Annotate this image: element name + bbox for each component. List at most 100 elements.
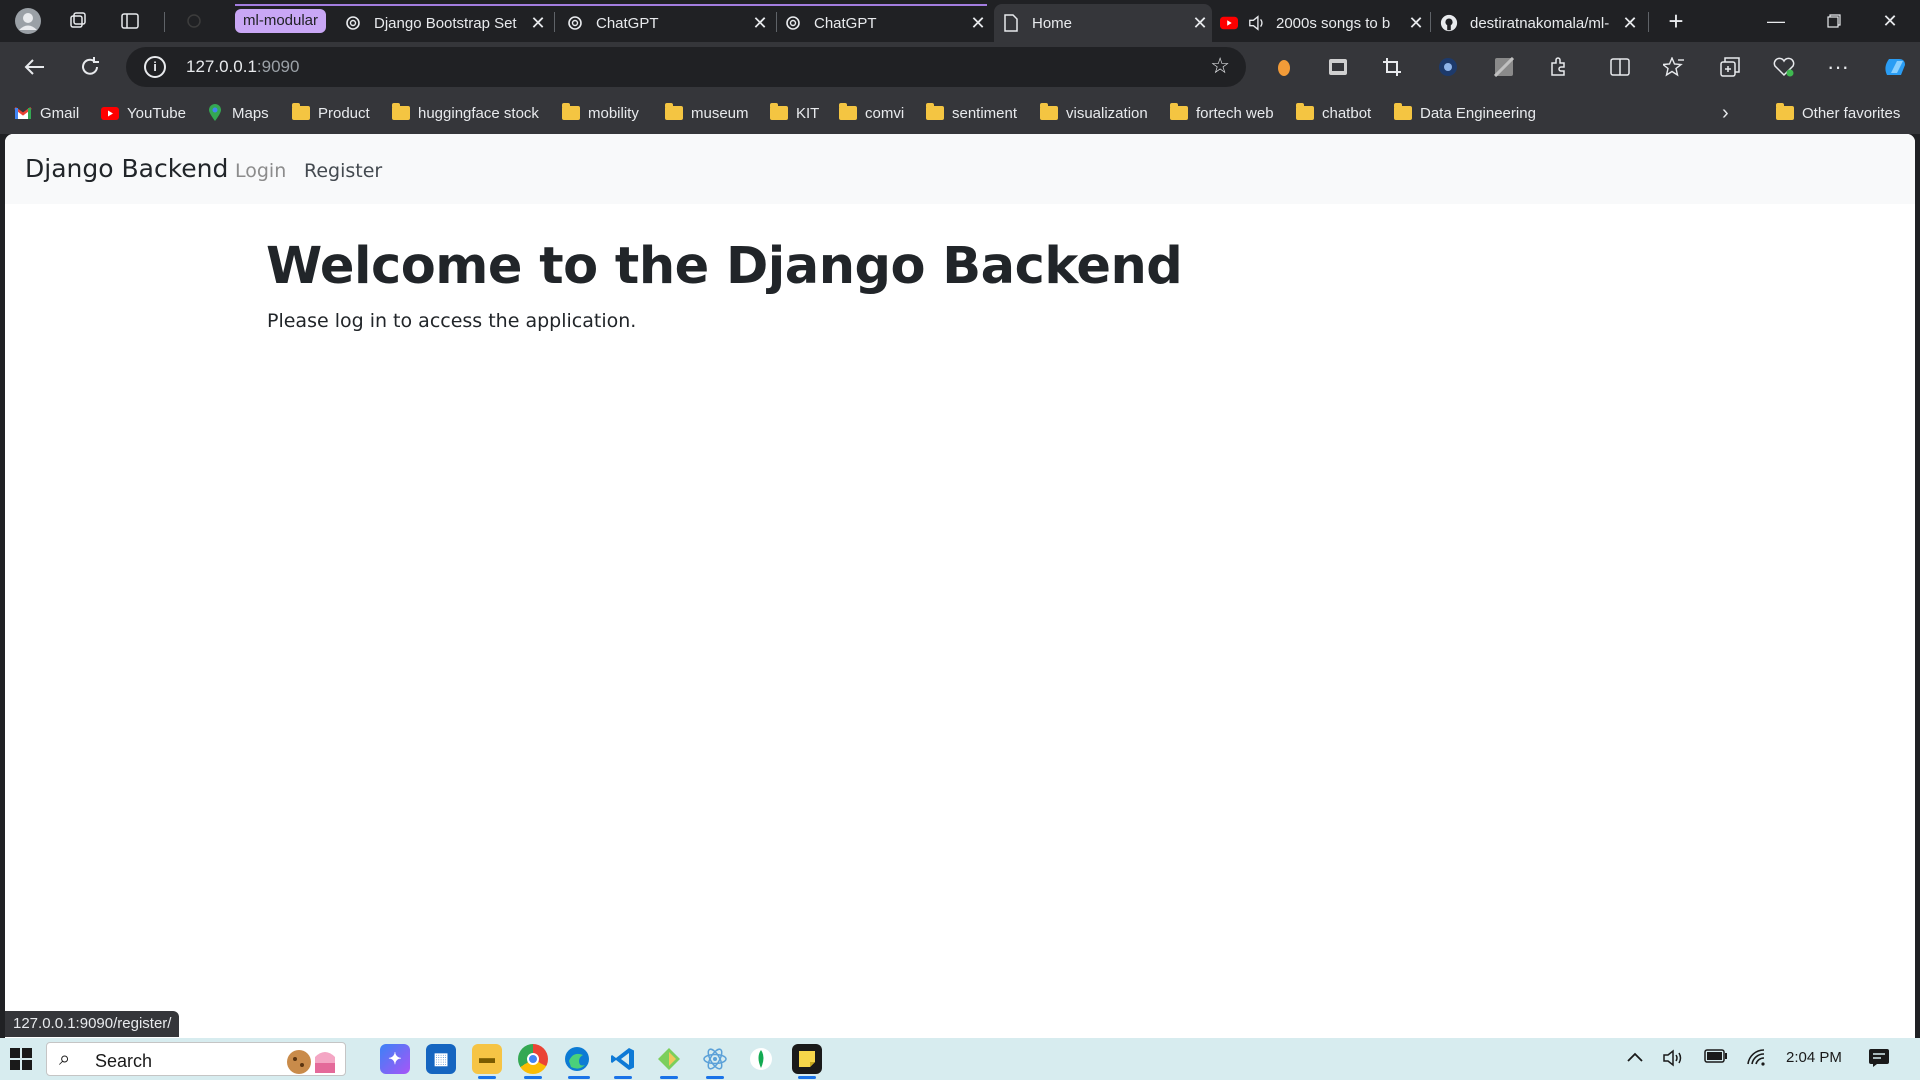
minimize-button[interactable]: — [1748,0,1804,42]
restore-button[interactable] [1806,0,1862,42]
taskbar-clock[interactable]: 2:04 PM [1786,1049,1842,1066]
tab-youtube-songs[interactable]: 2000s songs to b ✕ [1212,4,1428,42]
notification-center-icon[interactable] [1868,1048,1890,1073]
tab-title: Home [1032,14,1073,32]
folder-icon [1296,103,1314,120]
running-indicator-active [568,1076,590,1079]
tab-separator [1430,12,1431,32]
link-status-bar: 127.0.0.1:9090/register/ [5,1011,180,1037]
tab-group-label[interactable]: ml-modular [235,9,327,33]
new-tab-button[interactable]: + [1660,5,1692,37]
wifi-icon[interactable] [1746,1048,1768,1071]
taskbar-sticky-notes-icon[interactable] [792,1044,822,1074]
volume-icon[interactable] [1662,1048,1684,1073]
tab-title: destiratnakomala/ml- [1470,14,1610,32]
close-tab-icon[interactable]: ✕ [1618,13,1642,34]
windows-start-icon[interactable] [10,1048,32,1070]
bookmark-folder-fortech-web[interactable]: fortech web [1170,102,1274,124]
taskbar-git-app-icon[interactable] [654,1044,684,1074]
tab-chatgpt-2[interactable]: ChatGPT ✕ [776,4,990,42]
tab-separator [1648,12,1649,32]
hidden-tab-icon[interactable] [178,5,210,37]
youtube-icon [1220,14,1238,32]
settings-more-icon[interactable]: ··· [1826,54,1850,79]
bookmark-label: sentiment [952,104,1018,122]
extension-globe-icon[interactable] [1436,55,1460,79]
reload-icon[interactable] [74,51,106,83]
bookmark-folder-product[interactable]: Product [292,102,370,124]
close-tab-icon[interactable]: ✕ [1188,13,1212,34]
close-tab-icon[interactable]: ✕ [1404,13,1428,34]
screenshot-crop-icon[interactable] [1380,55,1404,79]
page-lead-text: Please log in to access the application. [267,310,637,332]
bookmark-label: Product [318,104,370,122]
extensions-puzzle-icon[interactable] [1546,55,1570,79]
url-text[interactable]: 127.0.0.1:9090 [186,57,299,77]
bookmark-folder-mobility[interactable]: mobility [562,102,639,124]
speaker-icon[interactable] [1248,14,1266,32]
tab-github[interactable]: destiratnakomala/ml- ✕ [1432,4,1642,42]
close-tab-icon[interactable]: ✕ [966,13,990,34]
bookmark-folder-kit[interactable]: KIT [770,102,819,124]
bookmark-youtube[interactable]: YouTube [101,102,186,124]
close-tab-icon[interactable]: ✕ [526,13,550,34]
windows-taskbar: ⌕ Search ✦ ▦ ▬ 2:04 PM [0,1038,1920,1080]
bookmark-maps[interactable]: Maps [206,102,269,124]
bookmark-folder-data-engineering[interactable]: Data Engineering [1394,102,1536,124]
bookmark-folder-chatbot[interactable]: chatbot [1296,102,1371,124]
bookmark-folder-comvi[interactable]: comvi [839,102,904,124]
taskbar-mongodb-icon[interactable] [746,1044,776,1074]
browser-tab-strip: ml-modular Django Bootstrap Set ✕ ChatGP… [0,0,1920,42]
bookmark-label: visualization [1066,104,1148,122]
copilot-icon[interactable] [1880,52,1910,82]
profile-avatar-icon[interactable] [12,5,44,37]
extension-window-icon[interactable] [1326,55,1350,79]
site-info-icon[interactable]: i [144,56,166,78]
extension-orange-icon[interactable] [1272,55,1296,79]
close-tab-icon[interactable]: ✕ [748,13,772,34]
bookmark-other-favorites[interactable]: Other favorites [1776,102,1900,124]
taskbar-file-explorer-icon[interactable]: ▬ [472,1044,502,1074]
bookmark-folder-visualization[interactable]: visualization [1040,102,1148,124]
bookmark-folder-huggingface[interactable]: huggingface stock [392,102,539,124]
taskbar-search-box[interactable]: ⌕ Search [46,1042,346,1076]
nav-login-link[interactable]: Login [235,160,286,182]
folder-icon [839,103,857,120]
browser-essentials-icon[interactable] [1772,55,1796,79]
battery-icon[interactable] [1704,1048,1728,1068]
favorite-star-icon[interactable]: ☆ [1210,53,1230,79]
bookmark-folder-museum[interactable]: museum [665,102,749,124]
running-indicator [798,1076,816,1079]
bookmark-gmail[interactable]: Gmail [14,102,79,124]
tab-chatgpt-1[interactable]: ChatGPT ✕ [558,4,772,42]
close-window-button[interactable]: ✕ [1862,0,1918,42]
folder-icon [1776,103,1794,120]
chevron-right-icon[interactable]: › [1722,102,1729,124]
taskbar-edge-icon[interactable] [562,1044,592,1074]
nav-register-link[interactable]: Register [304,160,382,182]
split-screen-icon[interactable] [1608,55,1632,79]
extension-gray-icon[interactable] [1492,55,1516,79]
tab-home-active[interactable]: Home ✕ [994,4,1212,42]
back-arrow-icon[interactable] [18,51,50,83]
taskbar-copilot-icon[interactable]: ✦ [380,1044,410,1074]
navbar-brand[interactable]: Django Backend [25,154,228,183]
show-hidden-icons-chevron-icon[interactable] [1626,1048,1644,1068]
taskbar-react-app-icon[interactable] [700,1044,730,1074]
url-host: 127.0.0.1 [186,57,257,76]
taskbar-vscode-icon[interactable] [608,1044,638,1074]
taskbar-store-icon[interactable]: ▦ [426,1044,456,1074]
collections-icon[interactable] [1718,55,1742,79]
bookmark-folder-sentiment[interactable]: sentiment [926,102,1017,124]
workspaces-icon[interactable] [62,5,94,37]
github-icon [1440,14,1458,32]
running-indicator [478,1076,496,1079]
tab-actions-icon[interactable] [114,5,146,37]
favorites-icon[interactable] [1662,55,1686,79]
taskbar-search-label: Search [95,1051,153,1071]
address-bar[interactable]: i 127.0.0.1:9090 ☆ [126,47,1246,87]
url-port: :9090 [256,57,300,76]
taskbar-chrome-icon[interactable] [518,1044,548,1074]
folder-icon [1394,103,1412,120]
tab-django-bootstrap[interactable]: Django Bootstrap Set ✕ [336,4,550,42]
